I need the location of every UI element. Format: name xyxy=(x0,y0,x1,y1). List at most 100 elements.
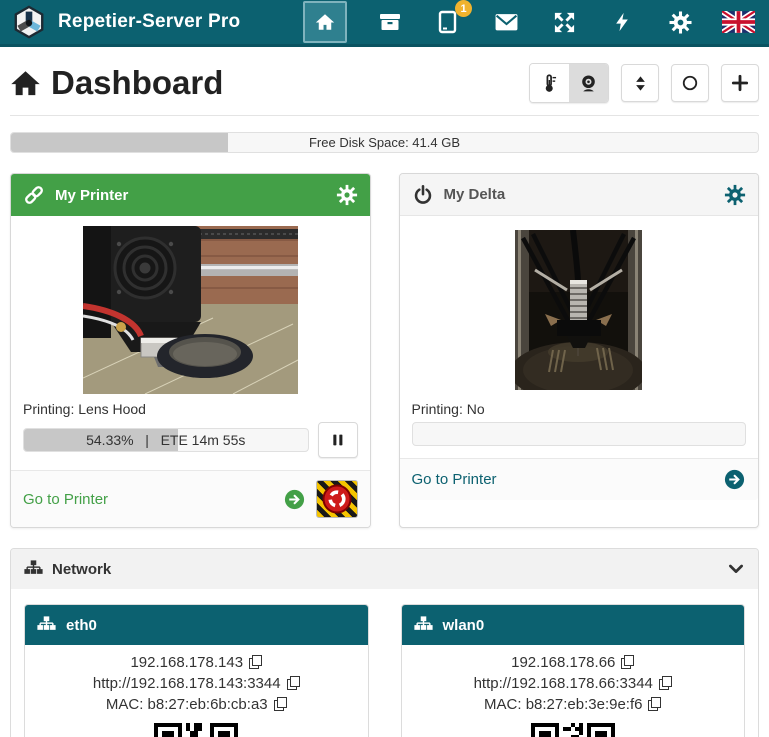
ip-line: 192.168.178.143 xyxy=(31,652,362,673)
printer-name: My Delta xyxy=(444,186,506,203)
dashboard-home-icon xyxy=(10,68,41,99)
sort-arrows-icon xyxy=(631,74,650,93)
nav-home-button[interactable] xyxy=(303,1,347,43)
navbar-menu: 1 xyxy=(303,1,757,43)
print-progress-bar: 54.33% | ETE 14m 55s xyxy=(23,428,309,452)
plus-icon xyxy=(730,73,750,93)
copy-icon[interactable] xyxy=(287,676,300,690)
arrow-circle-right-icon[interactable] xyxy=(723,468,746,491)
page-title-text: Dashboard xyxy=(51,64,223,102)
copy-icon[interactable] xyxy=(659,676,672,690)
arrows-expand-icon xyxy=(553,11,576,34)
printer-card-header: My Printer xyxy=(11,174,370,216)
layout-circle-button[interactable] xyxy=(671,64,709,102)
printer-card-footer: Go to Printer xyxy=(11,470,370,527)
print-status: Printing: No xyxy=(412,401,747,417)
copy-icon[interactable] xyxy=(648,697,661,711)
webcam-snapshot-my-printer[interactable] xyxy=(83,226,298,394)
print-progress-row: 54.33% | ETE 14m 55s xyxy=(23,422,358,458)
navbar: Repetier-Server Pro 1 xyxy=(0,0,769,47)
ip-address: 192.168.178.66 xyxy=(511,654,615,671)
chevron-down-icon[interactable] xyxy=(727,560,745,578)
nav-settings-button[interactable] xyxy=(665,7,695,37)
power-off-icon xyxy=(412,184,434,206)
printer-card-header: My Delta xyxy=(400,174,759,216)
network-card-wlan0: wlan0 192.168.178.66 http://192.168.178.… xyxy=(401,604,746,737)
printer-card-my-printer: My Printer xyxy=(10,173,371,528)
mac-address: MAC: b8:27:eb:6b:cb:a3 xyxy=(106,696,268,713)
copy-icon[interactable] xyxy=(621,655,634,669)
webcam-frame xyxy=(412,226,747,394)
webcam-snapshot-my-delta[interactable] xyxy=(515,230,642,390)
sitemap-icon xyxy=(24,560,43,579)
printer-cards-row: My Printer xyxy=(10,173,759,528)
printer-card-body: Printing: Lens Hood 54.33% | ETE 14m 55s xyxy=(11,216,370,470)
disk-space-bar: Free Disk Space: 41.4 GB xyxy=(10,132,759,153)
network-card-body: 192.168.178.143 http://192.168.178.143:3… xyxy=(25,645,368,737)
header-divider xyxy=(10,115,759,116)
print-progress-row xyxy=(412,422,747,446)
gear-icon xyxy=(669,11,692,34)
arrow-circle-right-icon[interactable] xyxy=(283,488,306,511)
network-card-body: 192.168.178.66 http://192.168.178.66:334… xyxy=(402,645,745,737)
sitemap-icon xyxy=(37,616,56,635)
repetier-logo-icon xyxy=(12,5,46,39)
printer-settings-gear-icon[interactable] xyxy=(336,184,358,206)
copy-icon[interactable] xyxy=(274,697,287,711)
webcam-frame xyxy=(23,226,358,394)
circle-icon xyxy=(680,73,700,93)
network-card-eth0: eth0 192.168.178.143 http://192.168.178.… xyxy=(24,604,369,737)
nav-quick-actions-button[interactable] xyxy=(607,7,637,37)
notification-badge: 1 xyxy=(455,0,472,17)
printer-settings-gear-icon[interactable] xyxy=(724,184,746,206)
emergency-stop-button[interactable] xyxy=(316,480,358,518)
envelope-icon xyxy=(494,10,519,35)
webcam-toggle-button[interactable] xyxy=(569,64,608,102)
interface-name: wlan0 xyxy=(443,617,485,634)
nav-expand-button[interactable] xyxy=(549,7,579,37)
go-to-printer-link[interactable]: Go to Printer xyxy=(23,491,108,508)
server-url: http://192.168.178.66:3344 xyxy=(474,675,653,692)
nav-printjobs-button[interactable] xyxy=(375,7,405,37)
network-card-header: wlan0 xyxy=(402,605,745,645)
printer-card-my-delta: My Delta xyxy=(399,173,760,528)
webcam-icon xyxy=(578,73,599,94)
pause-button[interactable] xyxy=(318,422,358,458)
qr-code xyxy=(154,723,238,737)
app-title: Repetier-Server Pro xyxy=(58,11,240,33)
server-url: http://192.168.178.143:3344 xyxy=(93,675,281,692)
page-header: Dashboard xyxy=(10,63,759,103)
sort-order-button[interactable] xyxy=(621,64,659,102)
lightning-bolt-icon xyxy=(612,10,632,34)
temperature-toggle-button[interactable] xyxy=(530,64,569,102)
thermometer-icon xyxy=(539,73,560,94)
add-panel-button[interactable] xyxy=(721,64,759,102)
ip-line: 192.168.178.66 xyxy=(408,652,739,673)
network-card-header: eth0 xyxy=(25,605,368,645)
page-title: Dashboard xyxy=(10,64,223,102)
print-progress-text: 54.33% | ETE 14m 55s xyxy=(24,429,308,451)
nav-language-button[interactable] xyxy=(723,7,753,37)
network-panel-header[interactable]: Network xyxy=(11,549,758,589)
mac-line: MAC: b8:27:eb:6b:cb:a3 xyxy=(31,694,362,715)
mac-line: MAC: b8:27:eb:3e:9e:f6 xyxy=(408,694,739,715)
network-panel: Network xyxy=(10,548,759,737)
url-line: http://192.168.178.66:3344 xyxy=(408,673,739,694)
archive-box-icon xyxy=(378,10,402,34)
url-line: http://192.168.178.143:3344 xyxy=(31,673,362,694)
nav-devices-button[interactable]: 1 xyxy=(433,7,463,37)
print-progress-bar xyxy=(412,422,747,446)
sitemap-icon xyxy=(414,616,433,635)
nav-messages-button[interactable] xyxy=(491,7,521,37)
pause-icon xyxy=(330,432,346,448)
go-to-printer-link[interactable]: Go to Printer xyxy=(412,471,497,488)
mac-address: MAC: b8:27:eb:3e:9e:f6 xyxy=(484,696,642,713)
home-icon xyxy=(314,11,336,33)
network-panel-title: Network xyxy=(52,561,111,578)
link-icon xyxy=(23,184,45,206)
copy-icon[interactable] xyxy=(249,655,262,669)
qr-code-wrap xyxy=(408,723,739,737)
emergency-stop-icon xyxy=(321,483,353,515)
display-mode-group xyxy=(529,63,609,103)
disk-space-label: Free Disk Space: 41.4 GB xyxy=(11,133,758,152)
